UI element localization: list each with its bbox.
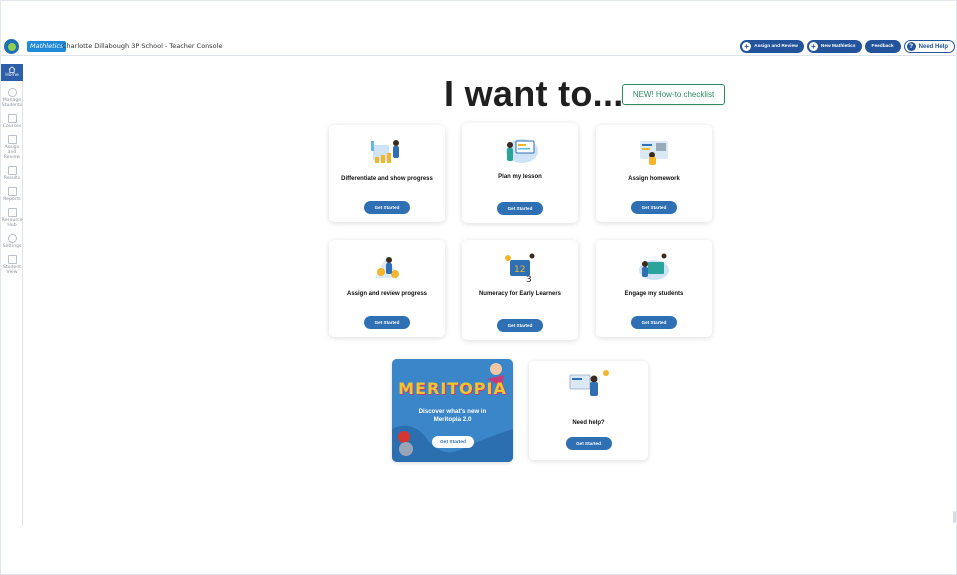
sidebar-item-results[interactable]: Results bbox=[1, 163, 23, 184]
brand-badge[interactable]: Mathletics bbox=[27, 41, 67, 52]
card-title: Plan my lesson bbox=[498, 174, 542, 180]
card-title: Assign and review progress bbox=[346, 291, 428, 297]
feedback-label: Feedback bbox=[871, 44, 894, 49]
student-view-icon bbox=[7, 255, 17, 264]
page-heading: I want to... bbox=[444, 73, 624, 114]
sidebar-item-courses[interactable]: Courses bbox=[1, 111, 23, 132]
sidebar-item-label: Settings bbox=[2, 244, 22, 249]
sidebar-item-home[interactable]: Home bbox=[1, 64, 23, 81]
sidebar-item-settings[interactable]: Settings bbox=[1, 231, 23, 252]
results-icon bbox=[7, 166, 17, 175]
sidebar: Home Manage Students Courses Assign and … bbox=[1, 64, 23, 526]
top-header: Mathletics Charlotte Dillabough 3P Schoo… bbox=[1, 37, 957, 56]
sidebar-item-reports[interactable]: Reports bbox=[1, 184, 23, 205]
sidebar-item-label: Student View bbox=[2, 265, 22, 275]
get-started-button[interactable]: Get Started bbox=[631, 201, 677, 214]
plus-icon: + bbox=[742, 42, 752, 51]
how-to-checklist-button[interactable]: NEW! How-to checklist bbox=[622, 84, 725, 105]
new-mathletics-button[interactable]: + New Mathletics bbox=[806, 40, 862, 53]
assign-icon bbox=[7, 135, 17, 144]
get-started-button[interactable]: Get Started bbox=[497, 319, 543, 332]
card-title: Engage my students bbox=[624, 291, 684, 297]
feedback-button[interactable]: Feedback bbox=[864, 40, 901, 53]
assign-review-button[interactable]: + Assign and Review bbox=[740, 40, 804, 53]
meritopia-promo-card[interactable]: MERITOPIA Discover what's new in Meritop… bbox=[392, 359, 513, 462]
sidebar-item-label: Home bbox=[5, 73, 19, 78]
app-logo[interactable] bbox=[4, 39, 19, 54]
sidebar-item-student-view[interactable]: Student View bbox=[1, 252, 23, 278]
home-icon bbox=[8, 66, 16, 73]
review-progress-illustration bbox=[375, 256, 399, 278]
new-mathletics-label: New Mathletics bbox=[820, 44, 856, 49]
sidebar-item-label: Manage Students bbox=[1, 98, 23, 108]
card-title: Differentiate and show progress bbox=[341, 176, 433, 182]
sidebar-item-label: Reports bbox=[3, 197, 21, 202]
sidebar-item-label: Assign and Review bbox=[3, 145, 21, 160]
sidebar-item-resource-hub[interactable]: Resource Hub bbox=[1, 205, 23, 231]
card-title: Assign homework bbox=[628, 176, 680, 182]
card-title: Need help? bbox=[572, 420, 605, 426]
meritopia-subtitle: Discover what's new in Meritopia 2.0 bbox=[418, 408, 487, 423]
reports-icon bbox=[7, 187, 17, 196]
numeracy-illustration: 12 3 bbox=[505, 253, 535, 284]
sidebar-item-label: Results bbox=[3, 176, 21, 181]
header-actions: + Assign and Review + New Mathletics Fee… bbox=[740, 40, 955, 53]
students-icon bbox=[7, 88, 17, 97]
teacher-console-page: Mathletics Charlotte Dillabough 3P Schoo… bbox=[0, 0, 957, 575]
courses-icon bbox=[7, 114, 17, 123]
svg-text:12: 12 bbox=[514, 265, 525, 275]
sidebar-item-label: Courses bbox=[2, 124, 22, 129]
differentiate-illustration bbox=[371, 140, 399, 163]
card-assign-review-progress[interactable]: Assign and review progress Get Started bbox=[329, 240, 445, 337]
card-numeracy[interactable]: 12 3 Numeracy for Early Learners Get Sta… bbox=[462, 240, 578, 340]
svg-text:3: 3 bbox=[526, 275, 532, 284]
plus-icon: + bbox=[808, 42, 818, 51]
card-title: Numeracy for Early Learners bbox=[478, 291, 562, 297]
card-need-help[interactable]: Need help? Get Started bbox=[529, 361, 648, 460]
meritopia-get-started-button[interactable]: Get Started bbox=[432, 436, 474, 448]
question-icon: ? bbox=[906, 42, 916, 51]
card-plan-lesson[interactable]: Plan my lesson Get Started bbox=[462, 123, 578, 223]
sidebar-item-manage-students[interactable]: Manage Students bbox=[1, 85, 23, 111]
card-engage-students[interactable]: Engage my students Get Started bbox=[596, 240, 712, 337]
need-help-illustration bbox=[569, 370, 609, 396]
scrollbar-handle[interactable] bbox=[953, 511, 956, 523]
plan-lesson-illustration bbox=[506, 139, 538, 163]
assign-review-label: Assign and Review bbox=[754, 44, 798, 49]
card-assign-homework[interactable]: Assign homework Get Started bbox=[596, 125, 712, 222]
resource-icon bbox=[7, 208, 17, 217]
get-started-button[interactable]: Get Started bbox=[497, 202, 543, 215]
get-started-button[interactable]: Get Started bbox=[364, 316, 410, 329]
settings-icon bbox=[7, 234, 17, 243]
need-help-button[interactable]: ? Need Help bbox=[903, 40, 955, 53]
need-help-label: Need Help bbox=[918, 43, 948, 50]
logo-mark bbox=[7, 42, 16, 51]
homework-illustration bbox=[640, 141, 668, 165]
school-title: Charlotte Dillabough 3P School - Teacher… bbox=[62, 42, 223, 50]
sidebar-item-label: Resource Hub bbox=[1, 218, 23, 228]
sidebar-item-assign-review[interactable]: Assign and Review bbox=[1, 132, 23, 163]
engage-illustration bbox=[639, 253, 669, 280]
get-started-button[interactable]: Get Started bbox=[565, 437, 612, 450]
meritopia-title: MERITOPIA bbox=[398, 379, 507, 398]
get-started-button[interactable]: Get Started bbox=[631, 316, 677, 329]
card-differentiate[interactable]: Differentiate and show progress Get Star… bbox=[329, 125, 445, 222]
get-started-button[interactable]: Get Started bbox=[364, 201, 410, 214]
